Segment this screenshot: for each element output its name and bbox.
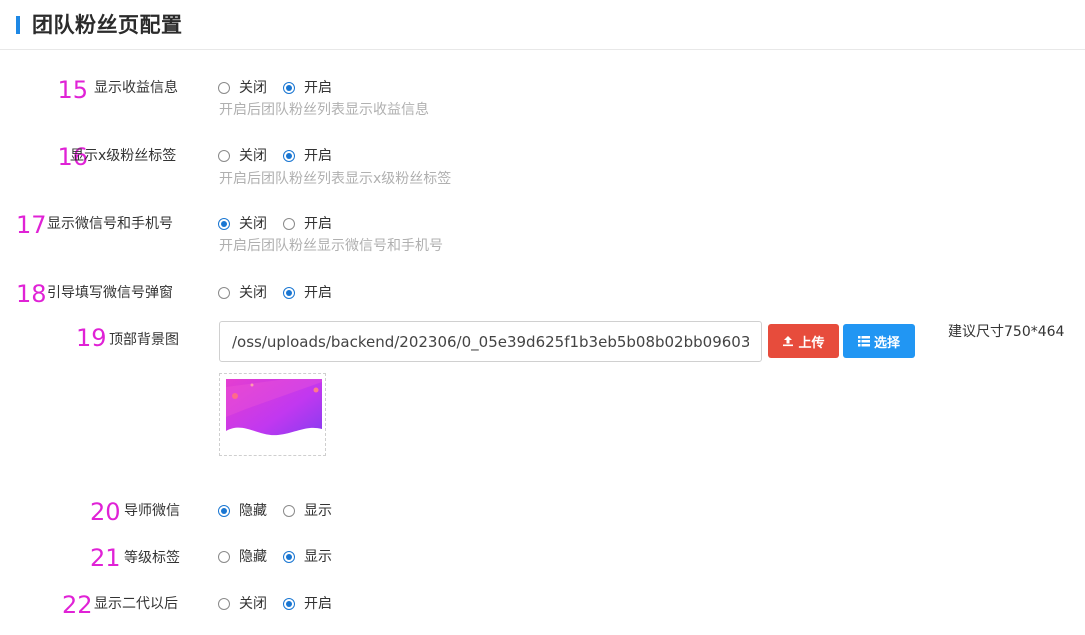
radio-option-on[interactable]: 开启: [283, 594, 332, 614]
radio-group: 关闭 开启: [218, 283, 348, 303]
radio-option-off[interactable]: 关闭: [218, 283, 267, 303]
radio-button[interactable]: [283, 150, 295, 162]
setting-label: 显示x级粉丝标签: [70, 148, 177, 164]
radio-option-off[interactable]: 关闭: [218, 146, 267, 166]
row-number: 17: [16, 211, 47, 239]
radio-group: 隐藏 显示: [218, 547, 348, 567]
radio-option-on[interactable]: 开启: [283, 78, 332, 98]
radio-button[interactable]: [218, 82, 230, 94]
select-button[interactable]: 选择: [843, 324, 915, 358]
setting-label: 显示微信号和手机号: [47, 216, 173, 232]
row-number: 19: [76, 324, 107, 352]
setting-label: 引导填写微信号弹窗: [47, 285, 173, 301]
row-number: 22: [62, 591, 93, 619]
radio-option-off[interactable]: 关闭: [218, 214, 267, 234]
row-number: 21: [90, 544, 121, 572]
radio-button[interactable]: [218, 505, 230, 517]
row-number: 15: [57, 76, 88, 104]
radio-group: 隐藏 显示: [218, 501, 348, 521]
setting-hint: 开启后团队粉丝列表显示x级粉丝标签: [219, 171, 452, 187]
radio-button[interactable]: [283, 82, 295, 94]
upload-button-label: 上传: [798, 335, 825, 351]
setting-label: 等级标签: [124, 550, 180, 566]
radio-option-on[interactable]: 开启: [283, 146, 332, 166]
radio-option-hide[interactable]: 隐藏: [218, 501, 267, 521]
radio-option-off[interactable]: 关闭: [218, 594, 267, 614]
radio-option-show[interactable]: 显示: [283, 501, 332, 521]
setting-label: 顶部背景图: [109, 332, 179, 348]
radio-button[interactable]: [283, 287, 295, 299]
background-thumbnail[interactable]: [219, 373, 326, 456]
select-button-label: 选择: [873, 335, 900, 351]
radio-button[interactable]: [283, 505, 295, 517]
radio-option-on[interactable]: 开启: [283, 283, 332, 303]
page-header: 团队粉丝页配置: [0, 0, 1085, 50]
radio-group: 关闭 开启: [218, 214, 348, 234]
row-number: 20: [90, 498, 121, 526]
setting-label: 导师微信: [124, 503, 180, 519]
radio-button[interactable]: [218, 598, 230, 610]
radio-button[interactable]: [218, 150, 230, 162]
gradient-banner-image: [226, 379, 322, 447]
radio-button[interactable]: [283, 551, 295, 563]
page-title: 团队粉丝页配置: [32, 13, 183, 37]
radio-button[interactable]: [218, 551, 230, 563]
radio-button[interactable]: [218, 218, 230, 230]
setting-hint: 开启后团队粉丝显示微信号和手机号: [219, 238, 443, 254]
radio-option-on[interactable]: 开启: [283, 214, 332, 234]
row-number: 18: [16, 280, 47, 308]
radio-option-hide[interactable]: 隐藏: [218, 547, 267, 567]
list-icon: [857, 335, 870, 346]
size-hint: 建议尺寸750*464: [948, 324, 1065, 340]
radio-button[interactable]: [283, 218, 295, 230]
radio-group: 关闭 开启: [218, 594, 348, 614]
upload-button[interactable]: 上传: [768, 324, 839, 358]
background-path-input[interactable]: [219, 321, 762, 362]
radio-option-show[interactable]: 显示: [283, 547, 332, 567]
setting-hint: 开启后团队粉丝列表显示收益信息: [219, 102, 429, 118]
radio-group: 关闭 开启: [218, 146, 348, 166]
radio-button[interactable]: [218, 287, 230, 299]
radio-group: 关闭 开启: [218, 78, 348, 98]
radio-option-off[interactable]: 关闭: [218, 78, 267, 98]
radio-button[interactable]: [283, 598, 295, 610]
title-accent-bar: [16, 16, 20, 34]
upload-icon: [783, 336, 794, 347]
setting-label: 显示二代以后: [94, 596, 178, 612]
setting-label: 显示收益信息: [94, 80, 178, 96]
